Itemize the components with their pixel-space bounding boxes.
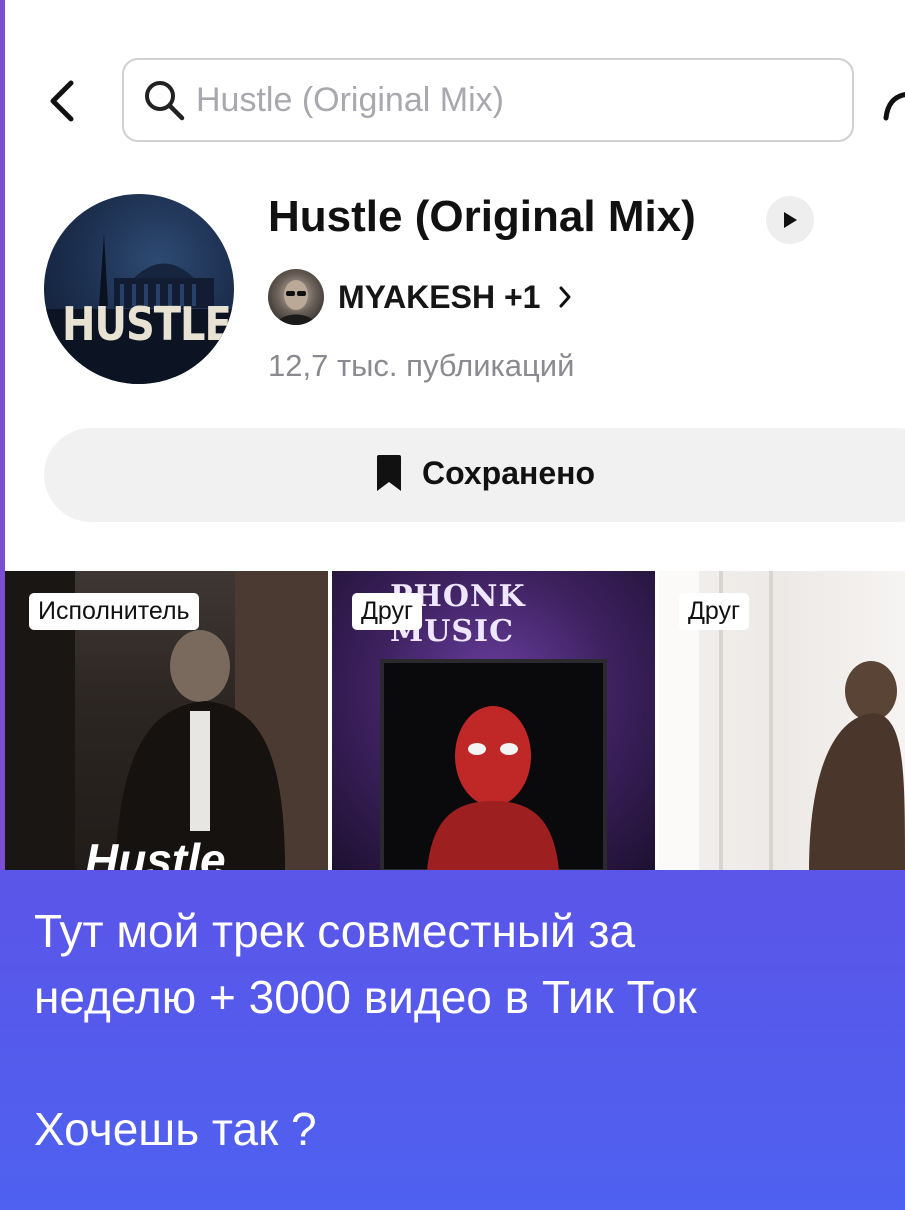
- artist-name: MYAKESH +1: [338, 278, 541, 315]
- artist-avatar: [268, 269, 324, 325]
- video-tile[interactable]: PHONK MUSIC Друг: [332, 571, 655, 871]
- back-arrow-icon: [50, 80, 74, 122]
- tile-overlay-text: PHONK MUSIC: [390, 579, 526, 649]
- video-grid: Исполнитель Hustle PHONK MUSIC Друг Друг: [5, 571, 905, 871]
- artist-link[interactable]: MYAKESH +1: [268, 268, 572, 326]
- tile-badge: Друг: [352, 593, 423, 630]
- promo-text: Тут мой трек совместный за неделю + 3000…: [34, 905, 697, 1155]
- cover-art: [44, 234, 234, 384]
- publication-count: 12,7 тыс. публикаций: [268, 348, 575, 383]
- back-button[interactable]: [38, 72, 86, 130]
- promo-banner: Тут мой трек совместный за неделю + 3000…: [0, 870, 905, 1210]
- saved-button[interactable]: Сохранено: [44, 428, 905, 522]
- chevron-right-icon: [559, 286, 571, 308]
- search-placeholder: Hustle (Original Mix): [196, 80, 504, 119]
- cover-title: HUSTLE: [62, 298, 232, 352]
- saved-label: Сохранено: [422, 454, 595, 491]
- bookmark-icon: [377, 455, 401, 491]
- track-cover: HUSTLE: [44, 194, 234, 384]
- play-button[interactable]: [766, 196, 814, 244]
- tile-overlay-text: Hustle: [85, 834, 226, 871]
- video-tile[interactable]: Исполнитель Hustle: [5, 571, 328, 871]
- video-tile[interactable]: Друг: [659, 571, 905, 871]
- track-title: Hustle (Original Mix): [268, 192, 696, 241]
- share-icon[interactable]: [880, 78, 905, 128]
- search-input[interactable]: Hustle (Original Mix): [122, 58, 854, 142]
- search-icon: [145, 81, 185, 121]
- tile-badge: Друг: [679, 593, 750, 630]
- tile-badge: Исполнитель: [29, 593, 199, 630]
- play-icon: [784, 212, 797, 228]
